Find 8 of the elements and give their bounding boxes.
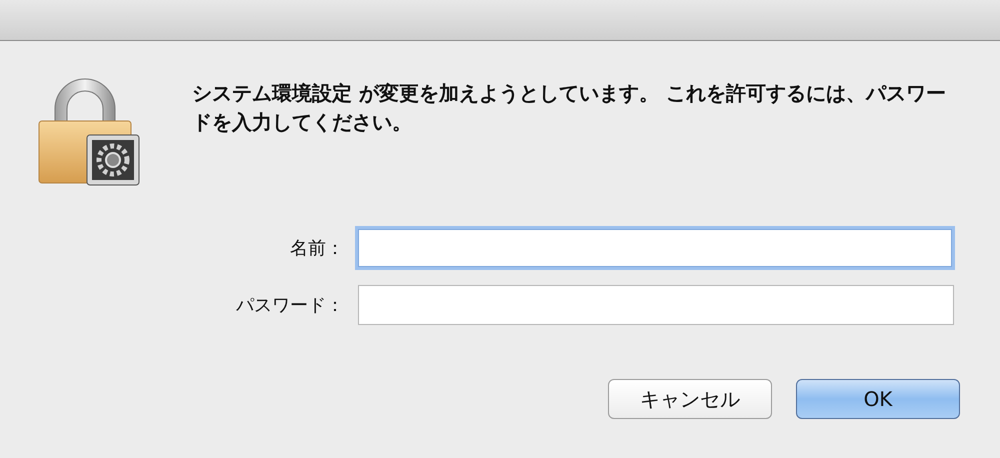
field-label: パスワード：: [235, 294, 345, 318]
cancel-button[interactable]: キャンセル: [608, 379, 772, 419]
input-field[interactable]: [358, 229, 952, 267]
prompt-message: システム環境設定 が変更を加えようとしています。 これを許可するには、パスワードを入力してください。: [192, 80, 947, 136]
ok-button[interactable]: OK: [796, 379, 960, 419]
lock-icon: [37, 77, 141, 187]
field-label: 名前：: [289, 236, 345, 260]
input-field[interactable]: [358, 285, 954, 325]
